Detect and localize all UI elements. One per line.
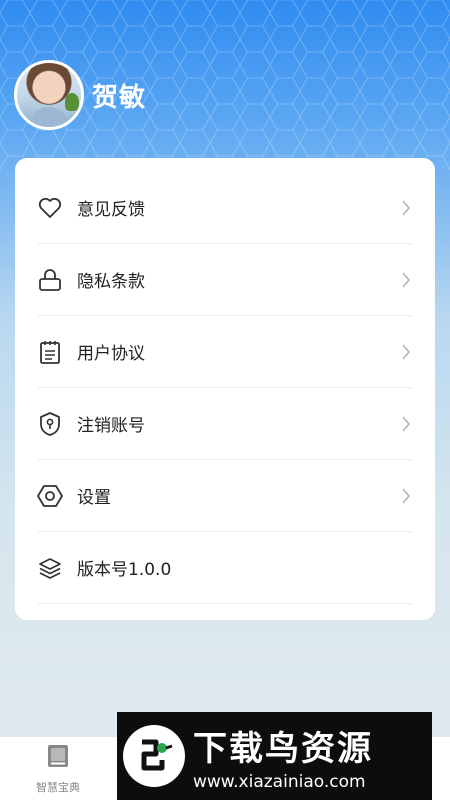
menu-item-user-agreement[interactable]: 用户协议	[37, 316, 413, 388]
heart-icon	[37, 195, 63, 221]
menu-item-label: 隐私条款	[77, 272, 145, 292]
chevron-right-icon	[399, 270, 413, 290]
notepad-icon	[37, 339, 63, 365]
settings-menu-card: 意见反馈 隐私条款 用户协议 注销账号 设置 版本号1.0.0	[15, 158, 435, 620]
book-icon	[46, 743, 70, 773]
tab-wisdom-guide[interactable]: 智慧宝典	[20, 743, 96, 795]
menu-item-label: 注销账号	[77, 416, 145, 436]
hex-nut-icon	[37, 483, 63, 509]
menu-item-label: 用户协议	[77, 344, 145, 364]
tab-label: 智慧宝典	[36, 781, 80, 794]
profile-header: 贺敏	[14, 60, 146, 130]
watermark-title: 下载鸟资源	[193, 728, 373, 769]
menu-item-label: 意见反馈	[77, 200, 145, 220]
menu-item-version: 版本号1.0.0	[37, 532, 413, 604]
menu-item-privacy[interactable]: 隐私条款	[37, 244, 413, 316]
watermark-url: www.xiazainiao.com	[193, 771, 366, 792]
chevron-right-icon	[399, 414, 413, 434]
username: 贺敏	[92, 82, 147, 113]
site-watermark: 下载鸟资源 www.xiazainiao.com	[117, 712, 432, 800]
menu-item-delete-account[interactable]: 注销账号	[37, 388, 413, 460]
menu-item-label: 设置	[77, 488, 111, 508]
lock-icon	[37, 267, 63, 293]
chevron-right-icon	[399, 342, 413, 362]
chevron-right-icon	[399, 198, 413, 218]
avatar[interactable]	[14, 60, 84, 130]
menu-item-feedback[interactable]: 意见反馈	[37, 172, 413, 244]
bird-logo-icon	[123, 725, 185, 787]
version-label: 版本号1.0.0	[77, 560, 172, 580]
menu-item-settings[interactable]: 设置	[37, 460, 413, 532]
layers-icon	[37, 555, 63, 581]
chevron-right-icon	[399, 486, 413, 506]
shield-keyhole-icon	[37, 411, 63, 437]
